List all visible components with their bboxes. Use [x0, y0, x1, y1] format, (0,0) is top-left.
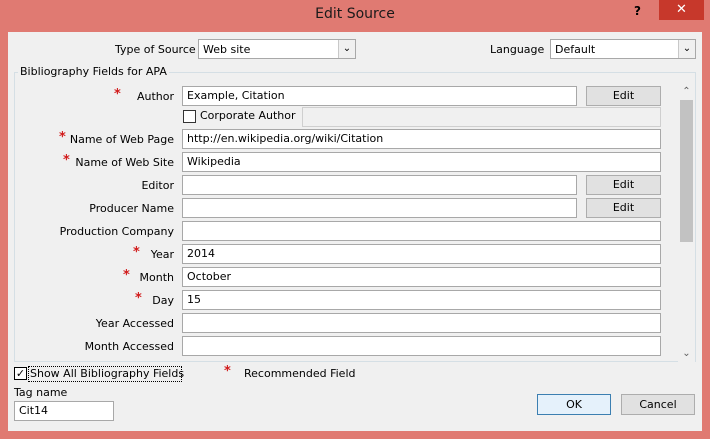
production-company-input[interactable]: [182, 221, 661, 241]
language-label: Language: [490, 43, 545, 56]
author-input[interactable]: Example, Citation: [182, 86, 577, 106]
editor-input[interactable]: [182, 175, 577, 195]
name-of-web-site-label: Name of Web Site: [75, 156, 174, 169]
dialog-body: Type of Source Web site ⌄ Language Defau…: [8, 32, 702, 431]
title-bar: Edit Source ? ✕: [0, 0, 710, 32]
editor-label: Editor: [141, 179, 174, 192]
month-input[interactable]: October: [182, 267, 661, 287]
group-label: Bibliography Fields for APA: [18, 65, 169, 78]
month-accessed-input[interactable]: [182, 336, 661, 356]
chevron-down-icon[interactable]: ⌄: [338, 40, 355, 58]
producer-name-label: Producer Name: [89, 202, 174, 215]
scrollbar-thumb[interactable]: [680, 100, 693, 242]
tag-name-input[interactable]: Cit14: [14, 401, 114, 421]
window-title: Edit Source: [315, 6, 395, 22]
day-input[interactable]: 15: [182, 290, 661, 310]
language-value: Default: [555, 43, 596, 56]
show-all-label[interactable]: Show All Bibliography Fields: [30, 367, 184, 380]
cancel-button[interactable]: Cancel: [621, 394, 695, 415]
producer-name-edit-button[interactable]: Edit: [586, 198, 661, 218]
corporate-author-checkbox[interactable]: [183, 110, 196, 123]
type-of-source-select[interactable]: Web site ⌄: [198, 39, 356, 59]
month-accessed-label: Month Accessed: [84, 340, 174, 353]
day-label: Day: [152, 294, 174, 307]
type-of-source-label: Type of Source: [115, 43, 196, 56]
tag-name-label: Tag name: [14, 386, 68, 399]
year-accessed-label: Year Accessed: [95, 317, 174, 330]
scroll-up-icon[interactable]: ⌃: [678, 83, 695, 100]
year-input[interactable]: 2014: [182, 244, 661, 264]
ok-button[interactable]: OK: [537, 394, 611, 415]
chevron-down-icon[interactable]: ⌄: [678, 40, 695, 58]
year-accessed-input[interactable]: [182, 313, 661, 333]
show-all-checkbox[interactable]: ✓: [14, 367, 27, 380]
author-edit-button[interactable]: Edit: [586, 86, 661, 106]
month-label: Month: [139, 271, 174, 284]
recommended-star: *: [224, 364, 231, 379]
year-label: Year: [150, 248, 174, 261]
type-of-source-value: Web site: [203, 43, 251, 56]
bibliography-fields-group: * Author Example, Citation Edit Corporat…: [14, 72, 696, 362]
recommended-field-legend: Recommended Field: [244, 367, 356, 380]
production-company-label: Production Company: [59, 225, 174, 238]
close-button[interactable]: ✕: [659, 0, 704, 20]
corporate-author-label: Corporate Author: [200, 109, 296, 122]
fields-scroll-area: * Author Example, Citation Edit Corporat…: [15, 83, 677, 362]
name-of-web-page-label: Name of Web Page: [69, 133, 174, 146]
name-of-web-page-input[interactable]: http://en.wikipedia.org/wiki/Citation: [182, 129, 661, 149]
fields-scrollbar[interactable]: ⌃ ⌄: [678, 83, 695, 362]
name-of-web-site-input[interactable]: Wikipedia: [182, 152, 661, 172]
author-label: Author: [136, 90, 174, 103]
scroll-down-icon[interactable]: ⌄: [678, 345, 695, 362]
language-select[interactable]: Default ⌄: [550, 39, 696, 59]
corporate-author-input: [302, 107, 661, 127]
help-button[interactable]: ?: [634, 4, 641, 18]
producer-name-input[interactable]: [182, 198, 577, 218]
editor-edit-button[interactable]: Edit: [586, 175, 661, 195]
